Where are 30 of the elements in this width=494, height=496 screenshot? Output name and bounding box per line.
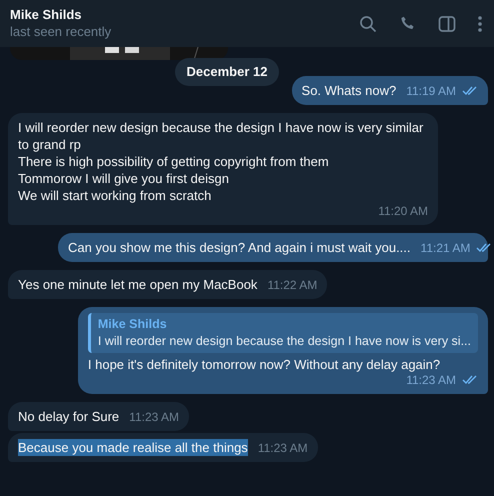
message-text: Can you show me this design? And again i must wait you.... <box>68 238 411 256</box>
message-text: Because you made realise all the things <box>18 438 248 456</box>
phone-icon[interactable] <box>399 15 416 32</box>
search-icon[interactable] <box>359 14 377 32</box>
more-icon[interactable] <box>478 16 482 32</box>
message-time: 11:19 AM <box>406 84 456 98</box>
message-text: So. Whats now? <box>302 82 396 98</box>
contact-name[interactable]: Mike Shilds <box>10 6 359 23</box>
message-text: Yes one minute let me open my MacBook <box>18 276 258 292</box>
double-check-icon <box>476 243 492 253</box>
message-time: 11:23 AM <box>129 410 179 424</box>
double-check-icon <box>462 375 478 385</box>
message-text: We will start working from scratch <box>18 186 212 204</box>
message-text: I hope it's definitely tomorrow now? Without any delay again? <box>88 356 442 372</box>
message-text: There is high possibility of getting copyright from them <box>18 152 330 170</box>
reply-text: I will reorder new design because the design I have now is very si... <box>98 332 471 350</box>
message-time: 11:23 AM <box>258 440 308 456</box>
sidebar-toggle-icon[interactable] <box>438 14 456 32</box>
date-separator: December 12 <box>174 58 280 86</box>
message-text: I will reorder new design because the design I have now is very similar to grand rp <box>18 118 424 152</box>
message-text: Tommorow I will give you first deisgn <box>18 170 230 186</box>
message-time: 11:21 AM <box>420 240 470 256</box>
double-check-icon <box>462 86 478 96</box>
reply-preview[interactable]: Mike Shilds I will reorder new design because the design I have now is very si... <box>88 312 478 352</box>
last-seen-status: last seen recently <box>10 23 112 41</box>
message-time: 11:20 AM <box>378 204 428 218</box>
message-text: No delay for Sure <box>18 408 120 424</box>
reply-author: Mike Shilds <box>98 316 168 332</box>
message-time: 11:23 AM <box>406 372 456 388</box>
message-time: 11:22 AM <box>267 278 318 292</box>
